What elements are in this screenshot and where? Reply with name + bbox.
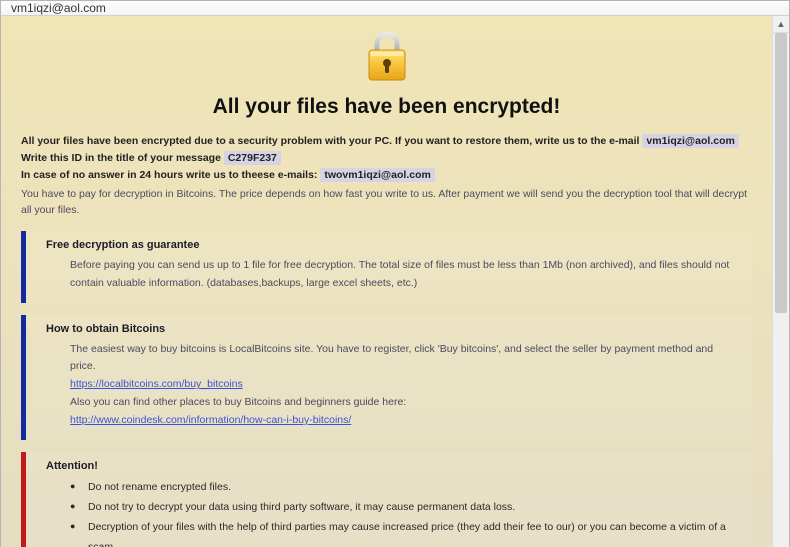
intro-line-2: Write this ID in the title of your messa…: [21, 150, 752, 167]
panel-bitcoin-body: The easiest way to buy bitcoins is Local…: [46, 341, 740, 430]
panel-free-title: Free decryption as guarantee: [46, 239, 740, 251]
scroll-up-button[interactable]: ▲: [773, 16, 789, 33]
victim-id: C279F237: [224, 151, 281, 165]
titlebar[interactable]: vm1iqzi@aol.com: [1, 1, 789, 16]
client-area: All your files have been encrypted! All …: [1, 16, 789, 547]
panel-attention: Attention! Do not rename encrypted files…: [21, 452, 752, 547]
attention-item-3: Decryption of your files with the help o…: [70, 518, 740, 547]
panel-attention-title: Attention!: [46, 460, 740, 472]
attention-item-1: Do not rename encrypted files.: [70, 478, 740, 498]
secondary-email: twovm1iqzi@aol.com: [320, 168, 435, 182]
intro-block: All your files have been encrypted due t…: [21, 133, 752, 183]
lock-wrap: [21, 30, 752, 87]
btc-line-2: Also you can find other places to buy Bi…: [70, 394, 740, 412]
panel-bitcoin: How to obtain Bitcoins The easiest way t…: [21, 315, 752, 440]
page-title: All your files have been encrypted!: [21, 95, 752, 119]
intro-line-3: In case of no answer in 24 hours write u…: [21, 167, 752, 184]
ransom-window: vm1iqzi@aol.com: [0, 0, 790, 547]
intro-line-1: All your files have been encrypted due t…: [21, 133, 752, 150]
attention-list: Do not rename encrypted files. Do not tr…: [46, 478, 740, 547]
btc-link-1[interactable]: https://localbitcoins.com/buy_bitcoins: [70, 378, 243, 390]
btc-link-2[interactable]: http://www.coindesk.com/information/how-…: [70, 414, 351, 426]
payment-line: You have to pay for decryption in Bitcoi…: [21, 187, 752, 219]
content: All your files have been encrypted! All …: [1, 16, 772, 547]
panel-bitcoin-title: How to obtain Bitcoins: [46, 323, 740, 335]
primary-email: vm1iqzi@aol.com: [642, 134, 738, 148]
attention-item-2: Do not try to decrypt your data using th…: [70, 498, 740, 518]
btc-line-1: The easiest way to buy bitcoins is Local…: [70, 341, 740, 377]
intro-text-2: Write this ID in the title of your messa…: [21, 152, 224, 164]
panel-free-body: Before paying you can send us up to 1 fi…: [46, 257, 740, 293]
intro-text-3: In case of no answer in 24 hours write u…: [21, 169, 320, 181]
lock-icon: [363, 30, 411, 87]
scroll-thumb[interactable]: [775, 33, 787, 313]
vertical-scrollbar[interactable]: ▲ ▼: [772, 16, 789, 547]
window-title: vm1iqzi@aol.com: [11, 1, 106, 15]
panel-free-decryption: Free decryption as guarantee Before payi…: [21, 231, 752, 303]
intro-text-1: All your files have been encrypted due t…: [21, 135, 642, 147]
